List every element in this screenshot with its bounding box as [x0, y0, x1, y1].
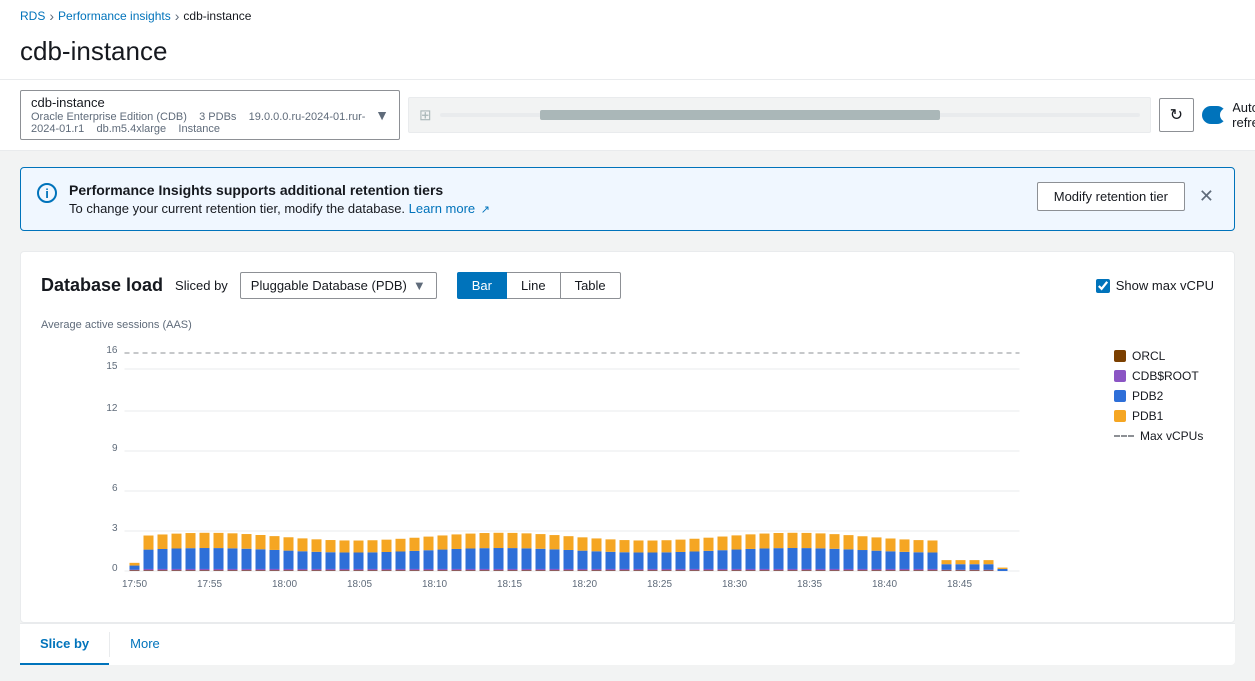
chevron-down-icon: ▼ — [375, 107, 389, 123]
breadcrumb-performance-insights[interactable]: Performance insights — [58, 9, 171, 23]
time-range-chart — [440, 105, 1140, 125]
database-load-panel: Database load Sliced by Pluggable Databa… — [20, 251, 1235, 623]
chart-main: 16 15 12 9 6 3 0 — [41, 339, 1098, 602]
tab-line[interactable]: Line — [507, 272, 561, 299]
close-banner-button[interactable]: ✕ — [1195, 186, 1218, 207]
instance-category: Instance — [178, 123, 220, 135]
auto-refresh-switch[interactable] — [1202, 106, 1226, 124]
chart-area: Average active sessions (AAS) 16 15 12 9… — [41, 319, 1214, 602]
y-axis-label: Average active sessions (AAS) — [41, 319, 1214, 331]
svg-text:18:05: 18:05 — [347, 579, 372, 590]
legend-label-pdb1: PDB1 — [1132, 409, 1163, 423]
chart-legend: ORCL CDB$ROOT PDB2 PDB1 — [1114, 339, 1214, 602]
legend-label-maxvcpu: Max vCPUs — [1140, 429, 1203, 443]
panel-title: Database load — [41, 275, 163, 296]
svg-text:18:15: 18:15 — [497, 579, 522, 590]
svg-text:12: 12 — [106, 403, 118, 414]
show-max-vcpu-container: Show max vCPU — [1096, 278, 1214, 293]
legend-dot-orcl — [1114, 350, 1126, 362]
info-banner-text: Performance Insights supports additional… — [69, 182, 1025, 216]
svg-text:17:55: 17:55 — [197, 579, 222, 590]
instance-type: db.m5.4xlarge — [96, 123, 166, 135]
breadcrumb-rds[interactable]: RDS — [20, 9, 45, 23]
legend-pdb1: PDB1 — [1114, 409, 1214, 423]
instance-selector[interactable]: cdb-instance Oracle Enterprise Edition (… — [20, 90, 400, 140]
info-banner-desc-text: To change your current retention tier, m… — [69, 201, 405, 216]
view-tabs: Bar Line Table — [457, 272, 621, 299]
info-banner-description: To change your current retention tier, m… — [69, 201, 1025, 216]
instance-name: cdb-instance — [31, 95, 367, 110]
svg-text:18:35: 18:35 — [797, 579, 822, 590]
bar-chart: 16 15 12 9 6 3 0 — [41, 339, 1098, 599]
legend-label-pdb2: PDB2 — [1132, 389, 1163, 403]
svg-text:i: i — [45, 186, 49, 201]
svg-text:17:50: 17:50 — [122, 579, 147, 590]
svg-text:18:00: 18:00 — [272, 579, 297, 590]
learn-more-link[interactable]: Learn more ↗ — [409, 201, 490, 216]
auto-refresh-toggle[interactable]: Auto refresh — [1202, 100, 1255, 130]
legend-dot-cdbroot — [1114, 370, 1126, 382]
svg-text:18:30: 18:30 — [722, 579, 747, 590]
legend-maxvcpu: Max vCPUs — [1114, 429, 1214, 443]
modify-retention-tier-button[interactable]: Modify retention tier — [1037, 182, 1185, 211]
show-max-vcpu-checkbox[interactable] — [1096, 279, 1110, 293]
controls-bar: cdb-instance Oracle Enterprise Edition (… — [0, 80, 1255, 151]
svg-text:18:40: 18:40 — [872, 579, 897, 590]
tab-table[interactable]: Table — [561, 272, 621, 299]
main-content: i Performance Insights supports addition… — [0, 151, 1255, 681]
tab-slice-by[interactable]: Slice by — [20, 624, 109, 665]
breadcrumb-sep-2: › — [175, 8, 180, 24]
svg-text:9: 9 — [112, 443, 118, 454]
legend-dash-maxvcpu — [1114, 435, 1134, 437]
instance-details: Oracle Enterprise Edition (CDB) 3 PDBs 1… — [31, 111, 367, 135]
legend-dot-pdb2 — [1114, 390, 1126, 402]
external-link-icon: ↗ — [481, 204, 490, 216]
bottom-tabs: Slice by More — [20, 623, 1235, 665]
svg-text:3: 3 — [112, 523, 118, 534]
show-max-vcpu-label: Show max vCPU — [1116, 278, 1214, 293]
refresh-button[interactable]: ↻ — [1159, 98, 1194, 132]
auto-refresh-label: Auto refresh — [1232, 100, 1255, 130]
panel-header: Database load Sliced by Pluggable Databa… — [41, 272, 1214, 299]
instance-edition: Oracle Enterprise Edition (CDB) — [31, 111, 187, 123]
svg-text:18:10: 18:10 — [422, 579, 447, 590]
sliced-by-selector[interactable]: Pluggable Database (PDB) ▼ — [240, 272, 437, 299]
legend-dot-pdb1 — [1114, 410, 1126, 422]
legend-cdbroot: CDB$ROOT — [1114, 369, 1214, 383]
legend-orcl: ORCL — [1114, 349, 1214, 363]
svg-text:6: 6 — [112, 483, 118, 494]
instance-select-content: cdb-instance Oracle Enterprise Edition (… — [31, 95, 367, 135]
time-range-icon: ⊞ — [419, 106, 432, 124]
legend-label-cdbroot: CDB$ROOT — [1132, 369, 1199, 383]
info-icon: i — [37, 183, 57, 208]
legend-label-orcl: ORCL — [1132, 349, 1165, 363]
info-banner-title: Performance Insights supports additional… — [69, 182, 1025, 198]
svg-text:18:45: 18:45 — [947, 579, 972, 590]
instance-pdbs: 3 PDBs — [199, 111, 236, 123]
svg-text:18:25: 18:25 — [647, 579, 672, 590]
sliced-by-value: Pluggable Database (PDB) — [251, 278, 407, 293]
svg-text:0: 0 — [112, 563, 118, 574]
tab-bar[interactable]: Bar — [457, 272, 507, 299]
sliced-by-label: Sliced by — [175, 278, 228, 293]
breadcrumb-sep-1: › — [49, 8, 54, 24]
info-banner-actions: Modify retention tier ✕ — [1037, 182, 1218, 211]
svg-text:16: 16 — [106, 345, 118, 356]
chart-container: 16 15 12 9 6 3 0 — [41, 339, 1214, 602]
tab-more[interactable]: More — [110, 624, 180, 665]
breadcrumb: RDS › Performance insights › cdb-instanc… — [20, 0, 1235, 28]
page-title: cdb-instance — [20, 28, 1235, 79]
svg-text:18:20: 18:20 — [572, 579, 597, 590]
toggle-slider — [1202, 106, 1226, 124]
svg-text:15: 15 — [106, 361, 118, 372]
info-banner: i Performance Insights supports addition… — [20, 167, 1235, 231]
time-range-selector[interactable]: ⊞ — [408, 97, 1151, 133]
legend-pdb2: PDB2 — [1114, 389, 1214, 403]
sliced-by-chevron: ▼ — [413, 278, 426, 293]
breadcrumb-current: cdb-instance — [183, 9, 251, 23]
